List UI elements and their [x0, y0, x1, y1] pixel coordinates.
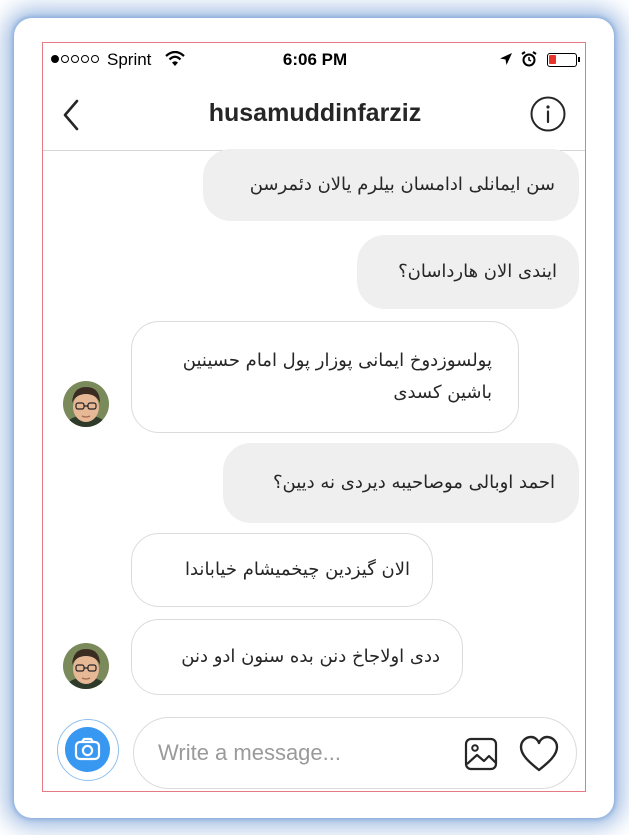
message-text: احمد اوبالی موصاحیبه دیردی نه دیین؟ [272, 472, 555, 493]
contact-avatar[interactable] [63, 643, 109, 689]
message-text: پولسوزدوخ ایمانی پوزار پول امام حسینین ب… [182, 350, 492, 403]
battery-icon [547, 53, 580, 67]
image-icon[interactable] [464, 736, 498, 772]
info-icon[interactable] [529, 95, 567, 133]
battery-level [549, 55, 556, 64]
message-text: سن ایمانلی ادامسان بیلرم یالان دئمرسن [249, 174, 555, 195]
camera-icon [74, 737, 101, 761]
status-bar: Sprint 6:06 PM [43, 43, 585, 77]
phone-screen: Sprint 6:06 PM husamuddinfarziz سن ایمان… [42, 42, 586, 792]
message-text: ددی اولاجاخ دنن بده سنون ادو دنن [181, 646, 440, 667]
sent-message-bubble[interactable]: احمد اوبالی موصاحیبه دیردی نه دیین؟ [223, 443, 579, 523]
received-message-bubble[interactable]: ددی اولاجاخ دنن بده سنون ادو دنن [131, 619, 463, 695]
message-text: ایندی الان هارداسان؟ [398, 261, 557, 282]
message-input[interactable] [158, 734, 438, 772]
message-composer [133, 717, 577, 789]
received-message-bubble[interactable]: الان گیزدین چیخمیشام خیاباندا [131, 533, 433, 607]
message-text: الان گیزدین چیخمیشام خیاباندا [184, 559, 410, 580]
heart-icon[interactable] [519, 735, 559, 773]
conversation-header: husamuddinfarziz [43, 77, 585, 151]
location-arrow-icon [500, 53, 512, 65]
alarm-clock-icon [521, 51, 537, 67]
sent-message-bubble[interactable]: سن ایمانلی ادامسان بیلرم یالان دئمرسن [203, 149, 579, 221]
camera-button[interactable] [57, 719, 119, 781]
contact-avatar[interactable] [63, 381, 109, 427]
sent-message-bubble[interactable]: ایندی الان هارداسان؟ [357, 235, 579, 309]
conversation-title: husamuddinfarziz [208, 99, 422, 127]
received-message-bubble[interactable]: پولسوزدوخ ایمانی پوزار پول امام حسینین ب… [131, 321, 519, 433]
